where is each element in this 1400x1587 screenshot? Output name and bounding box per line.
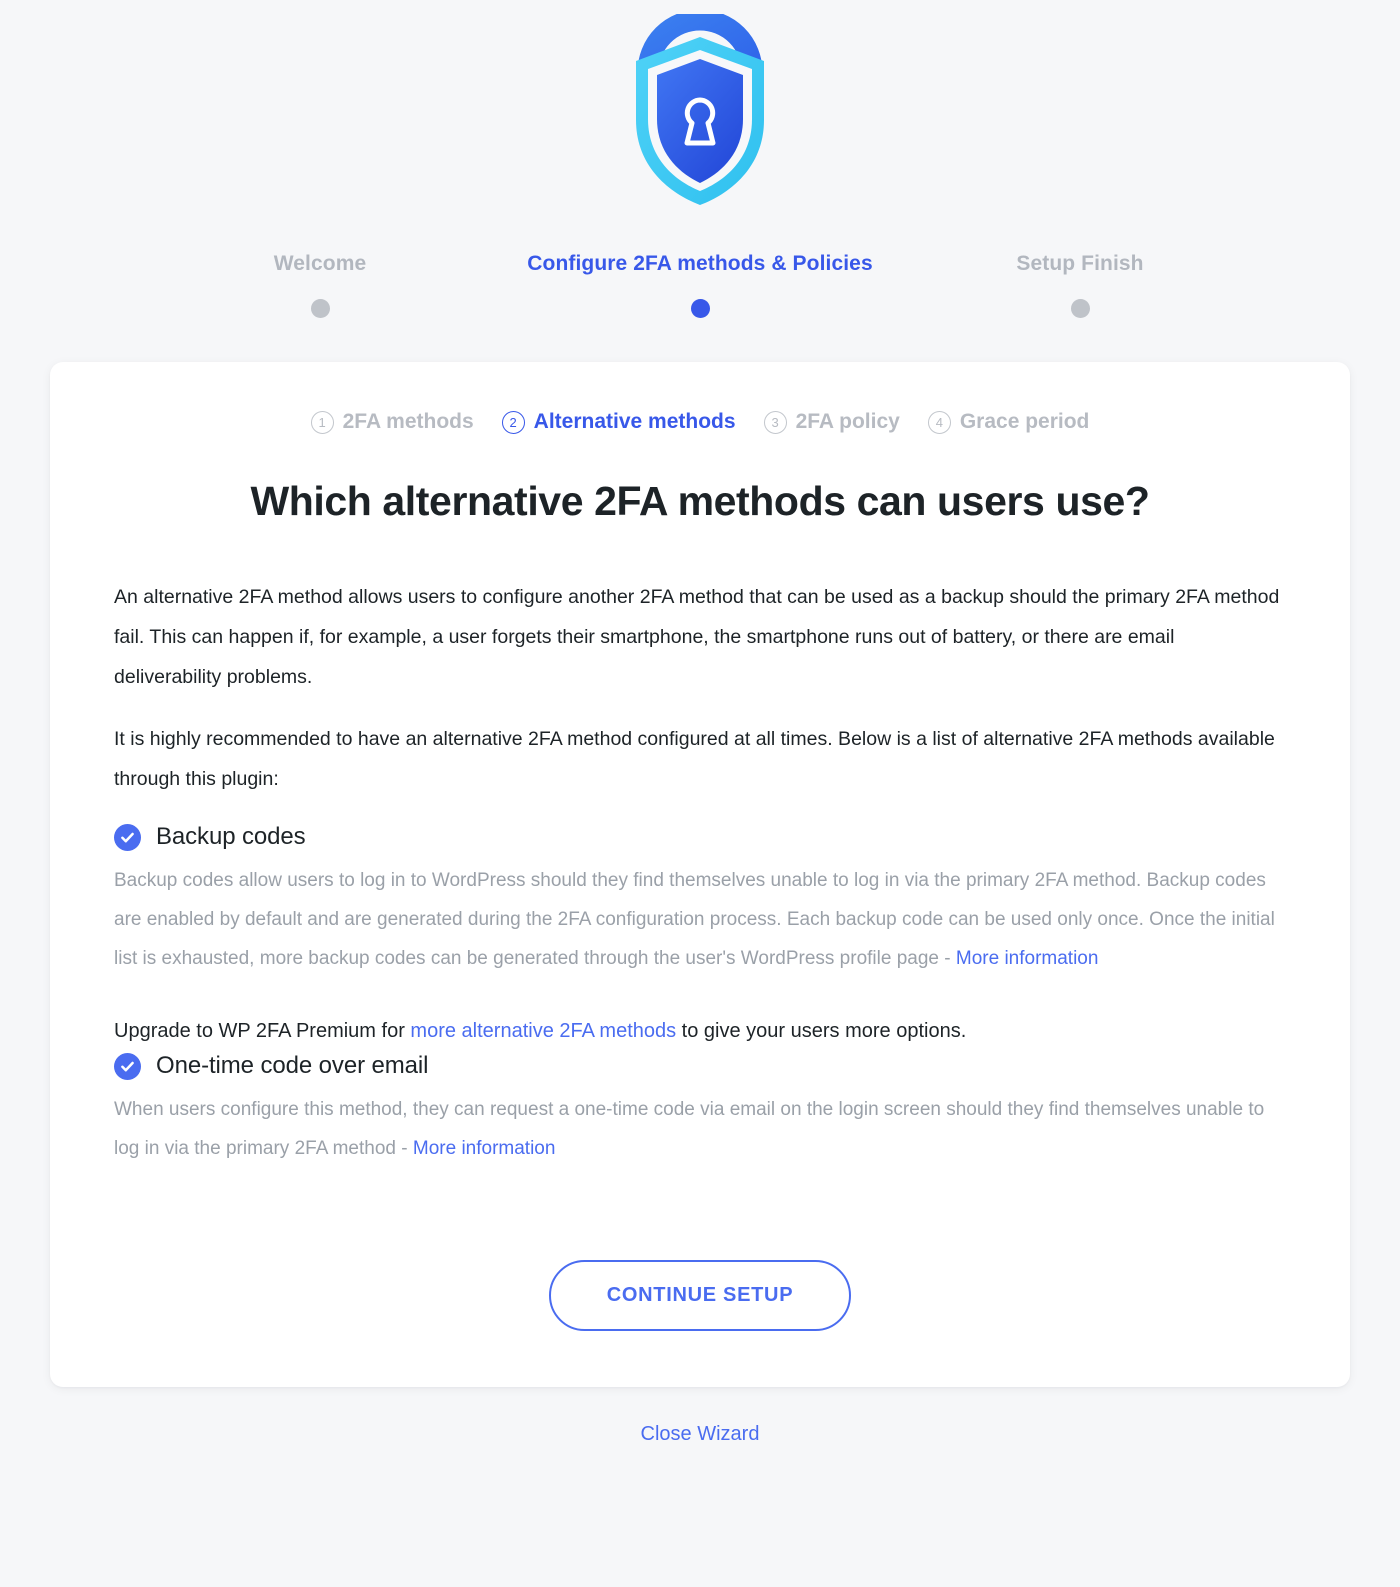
continue-setup-button[interactable]: CONTINUE SETUP [548,1260,852,1331]
check-icon [121,1061,134,1071]
tab-label: Alternative methods [533,410,736,433]
sub-step-tabs: 1 2FA methods 2 Alternative methods 3 2F… [114,410,1286,434]
wizard-step-label: Setup Finish [1016,252,1144,275]
wizard-step-label: Configure 2FA methods & Policies [527,252,873,275]
tab-number-badge: 4 [927,410,951,434]
method-description-text: When users configure this method, they c… [114,1099,1265,1159]
wp-2fa-logo [630,14,770,210]
method-description-text: Backup codes allow users to log in to Wo… [114,870,1275,969]
method-backup-codes-description: Backup codes allow users to log in to Wo… [114,861,1286,978]
wizard-step-dot [690,299,710,318]
upgrade-notice: Upgrade to WP 2FA Premium for more alter… [114,1016,1286,1046]
intro-paragraph: An alternative 2FA method allows users t… [114,586,1280,688]
tab-alternative-methods[interactable]: 2 Alternative methods [501,410,736,434]
wizard-step-dot [1070,299,1090,318]
upgrade-prefix: Upgrade to WP 2FA Premium for [114,1020,411,1042]
tab-label: 2FA methods [342,410,474,433]
wizard-step-setup-finish[interactable]: Setup Finish [890,252,1270,318]
method-label: Backup codes [156,823,306,850]
wizard-step-dot [310,299,330,318]
more-information-link[interactable]: More information [956,948,1099,969]
check-icon [121,832,134,842]
tab-2fa-policy[interactable]: 3 2FA policy [763,410,900,434]
tab-2fa-methods[interactable]: 1 2FA methods [310,410,474,434]
wizard-step-welcome[interactable]: Welcome [130,252,510,318]
method-email-code-description: When users configure this method, they c… [114,1090,1286,1168]
tab-number-badge: 1 [310,410,334,434]
tab-label: 2FA policy [795,410,900,433]
wizard-step-bar: Welcome Configure 2FA methods & Policies… [130,252,1270,318]
wizard-step-label: Welcome [273,252,367,275]
recommendation-paragraph: It is highly recommended to have an alte… [114,728,1275,790]
shield-lock-icon [636,14,764,205]
more-information-link[interactable]: More information [413,1138,556,1159]
wizard-footer: Close Wizard [0,1423,1400,1476]
tab-number-badge: 2 [501,410,525,434]
tab-label: Grace period [959,410,1090,433]
method-backup-codes[interactable]: Backup codes [114,823,1286,851]
wizard-card: 1 2FA methods 2 Alternative methods 3 2F… [50,362,1350,1387]
method-label: One-time code over email [156,1052,429,1079]
method-one-time-code-over-email[interactable]: One-time code over email [114,1052,1286,1080]
checkbox-checked-icon[interactable] [114,823,141,851]
page-title: Which alternative 2FA methods can users … [250,478,1150,524]
tab-grace-period[interactable]: 4 Grace period [927,410,1090,434]
setup-wizard: Welcome Configure 2FA methods & Policies… [0,0,1400,1587]
close-wizard-link[interactable]: Close Wizard [641,1423,760,1446]
more-alternative-methods-link[interactable]: more alternative 2FA methods [410,1020,676,1042]
upgrade-suffix: to give your users more options. [676,1020,967,1042]
wizard-step-configure[interactable]: Configure 2FA methods & Policies [510,252,890,318]
continue-button-wrap: CONTINUE SETUP [114,1260,1286,1331]
tab-number-badge: 3 [763,410,787,434]
checkbox-checked-icon[interactable] [114,1052,141,1080]
